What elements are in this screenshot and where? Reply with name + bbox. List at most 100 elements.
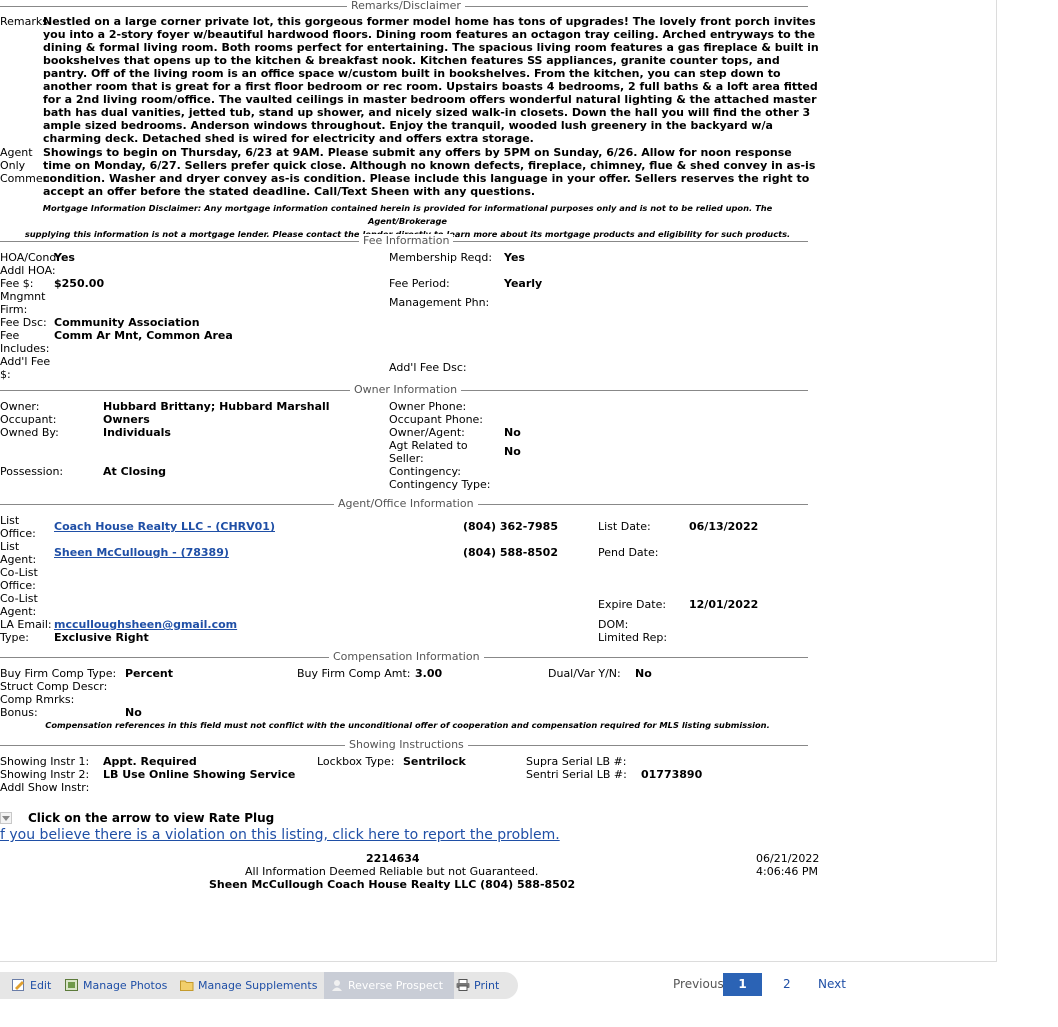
remarks-label: Remarks: [0, 15, 48, 28]
expire-date-label: Expire Date:: [598, 598, 667, 611]
list-office-label-1: List: [0, 514, 20, 527]
agent-remarks-line: Showings to begin on Thursday, 6/23 at 9…: [43, 146, 792, 159]
fee-dsc-value: Community Association: [54, 316, 200, 329]
fee-period-label: Fee Period:: [389, 277, 450, 290]
edit-button[interactable]: Edit: [12, 972, 51, 999]
sentri-serial-label: Sentri Serial LB #:: [526, 768, 627, 781]
manage-supplements-button[interactable]: Manage Supplements: [180, 972, 317, 999]
addl-fee-label-1: Add'l Fee: [0, 355, 51, 368]
possession-label: Possession:: [0, 465, 64, 478]
pager-previous[interactable]: Previous: [673, 973, 724, 996]
report-violation-link[interactable]: f you believe there is a violation on th…: [0, 827, 560, 843]
content-panel-bottom-border: [0, 961, 997, 962]
owner-label: Owner:: [0, 400, 40, 413]
list-office-label-2: Office:: [0, 527, 36, 540]
dual-var-value: No: [635, 667, 652, 680]
lockbox-type-value: Sentrilock: [403, 755, 466, 768]
owner-value: Hubbard Brittany; Hubbard Marshall: [103, 400, 330, 413]
fee-section-title: Fee Information: [359, 234, 454, 247]
showing-instr2-label: Showing Instr 2:: [0, 768, 90, 781]
print-label: Print: [474, 979, 500, 992]
showing-section-title: Showing Instructions: [345, 738, 468, 751]
footer-time: 4:06:46 PM: [756, 865, 819, 878]
type-label: Type:: [0, 631, 29, 644]
remarks-line: dining & formal living room. Both rooms …: [43, 41, 819, 54]
addl-fee-label-2: $:: [0, 368, 11, 381]
contingency-type-label: Contingency Type:: [389, 478, 491, 491]
fee-amount-label: Fee $:: [0, 277, 34, 290]
owner-agent-label: Owner/Agent:: [389, 426, 465, 439]
agent-office-section-title: Agent/Office Information: [334, 497, 478, 510]
list-office-phone: (804) 362-7985: [463, 520, 558, 533]
agent-remarks-line: time on Monday, 6/27. Sellers prefer qui…: [43, 159, 816, 172]
footer-agent-line: Sheen McCullough Coach House Realty LLC …: [209, 878, 576, 891]
agt-related-value: No: [504, 445, 521, 458]
list-office-link[interactable]: Coach House Realty LLC - (CHRV01): [54, 520, 275, 533]
list-date-value: 06/13/2022: [689, 520, 759, 533]
rate-plug-label: Click on the arrow to view Rate Plug: [28, 811, 275, 825]
occupant-label: Occupant:: [0, 413, 57, 426]
possession-value: At Closing: [103, 465, 167, 478]
pager-next[interactable]: Next: [818, 973, 846, 996]
type-value: Exclusive Right: [54, 631, 149, 644]
footer-date: 06/21/2022: [756, 852, 820, 865]
remarks-line: Nestled on a large corner private lot, t…: [43, 15, 816, 28]
list-agent-link[interactable]: Sheen McCullough - (78389): [54, 546, 229, 559]
rate-plug-arrow-icon[interactable]: [0, 812, 12, 824]
pager-page-2[interactable]: 2: [783, 973, 791, 996]
edit-icon: [12, 974, 26, 991]
mngmt-firm-label-1: Mngmnt: [0, 290, 46, 303]
fee-includes-label-1: Fee: [0, 329, 20, 342]
pend-date-label: Pend Date:: [598, 546, 659, 559]
agt-related-label-1: Agt Related to: [389, 439, 468, 452]
manage-photos-button[interactable]: Manage Photos: [65, 972, 167, 999]
compensation-disclaimer: Compensation references in this field mu…: [45, 720, 770, 730]
la-email-label: LA Email:: [0, 618, 52, 631]
addl-fee-dsc-label: Add'l Fee Dsc:: [389, 361, 467, 374]
remarks-line: bath has dual vanities, jetted tub, stan…: [43, 106, 811, 119]
expire-date-value: 12/01/2022: [689, 598, 759, 611]
buy-firm-comp-amt-value: 3.00: [415, 667, 443, 680]
colist-office-label-1: Co-List: [0, 566, 38, 579]
manage-photos-label: Manage Photos: [83, 979, 168, 992]
remarks-line: you into a 2-story foyer w/beautiful har…: [43, 28, 816, 41]
print-button[interactable]: Print: [456, 972, 499, 999]
management-phone-label: Management Phn:: [389, 296, 490, 309]
reverse-prospect-label: Reverse Prospect: [348, 979, 444, 992]
dom-label: DOM:: [598, 618, 629, 631]
reverse-prospect-icon: [330, 974, 344, 991]
agent-only-label-2: Only: [0, 159, 26, 172]
agent-remarks-line: accept an offer before the stated deadli…: [43, 185, 536, 198]
content-panel-right-border: [996, 0, 997, 962]
print-icon: [456, 974, 470, 991]
remarks-line: ample sized bedrooms. Anderson windows t…: [43, 119, 773, 132]
membership-label: Membership Reqd:: [389, 251, 493, 264]
fee-amount-value: $250.00: [54, 277, 105, 290]
reliability-notice: All Information Deemed Reliable but not …: [245, 865, 539, 878]
pager-page-1[interactable]: 1: [723, 973, 762, 996]
remarks-line: another room that is great for a first f…: [43, 80, 818, 93]
membership-value: Yes: [504, 251, 525, 264]
lockbox-type-label: Lockbox Type:: [317, 755, 395, 768]
occupant-value: Owners: [103, 413, 150, 426]
list-agent-phone: (804) 588-8502: [463, 546, 558, 559]
remarks-line: charming deck. Detached shed is wired fo…: [43, 132, 534, 145]
hoa-label: HOA/Cond:: [0, 251, 61, 264]
remarks-text: Nestled on a large corner private lot, t…: [43, 15, 819, 145]
fee-period-value: Yearly: [504, 277, 543, 290]
remarks-line: for a 2nd living room/office. The vaulte…: [43, 93, 817, 106]
agent-remarks-line: condition. Washer and dryer convey as-is…: [43, 172, 810, 185]
edit-button-label: Edit: [30, 979, 52, 992]
reverse-prospect-button[interactable]: Reverse Prospect: [324, 972, 454, 999]
list-date-label: List Date:: [598, 520, 651, 533]
owned-by-label: Owned By:: [0, 426, 59, 439]
owned-by-value: Individuals: [103, 426, 171, 439]
la-email-link[interactable]: mcculloughsheen@gmail.com: [54, 618, 237, 631]
folder-icon: [180, 974, 194, 991]
buy-firm-comp-type-value: Percent: [125, 667, 174, 680]
agent-remarks-text: Showings to begin on Thursday, 6/23 at 9…: [43, 146, 815, 198]
bonus-label: Bonus:: [0, 706, 38, 719]
hoa-value: Yes: [54, 251, 75, 264]
showing-instr1-label: Showing Instr 1:: [0, 755, 90, 768]
owner-section-title: Owner Information: [350, 383, 462, 396]
